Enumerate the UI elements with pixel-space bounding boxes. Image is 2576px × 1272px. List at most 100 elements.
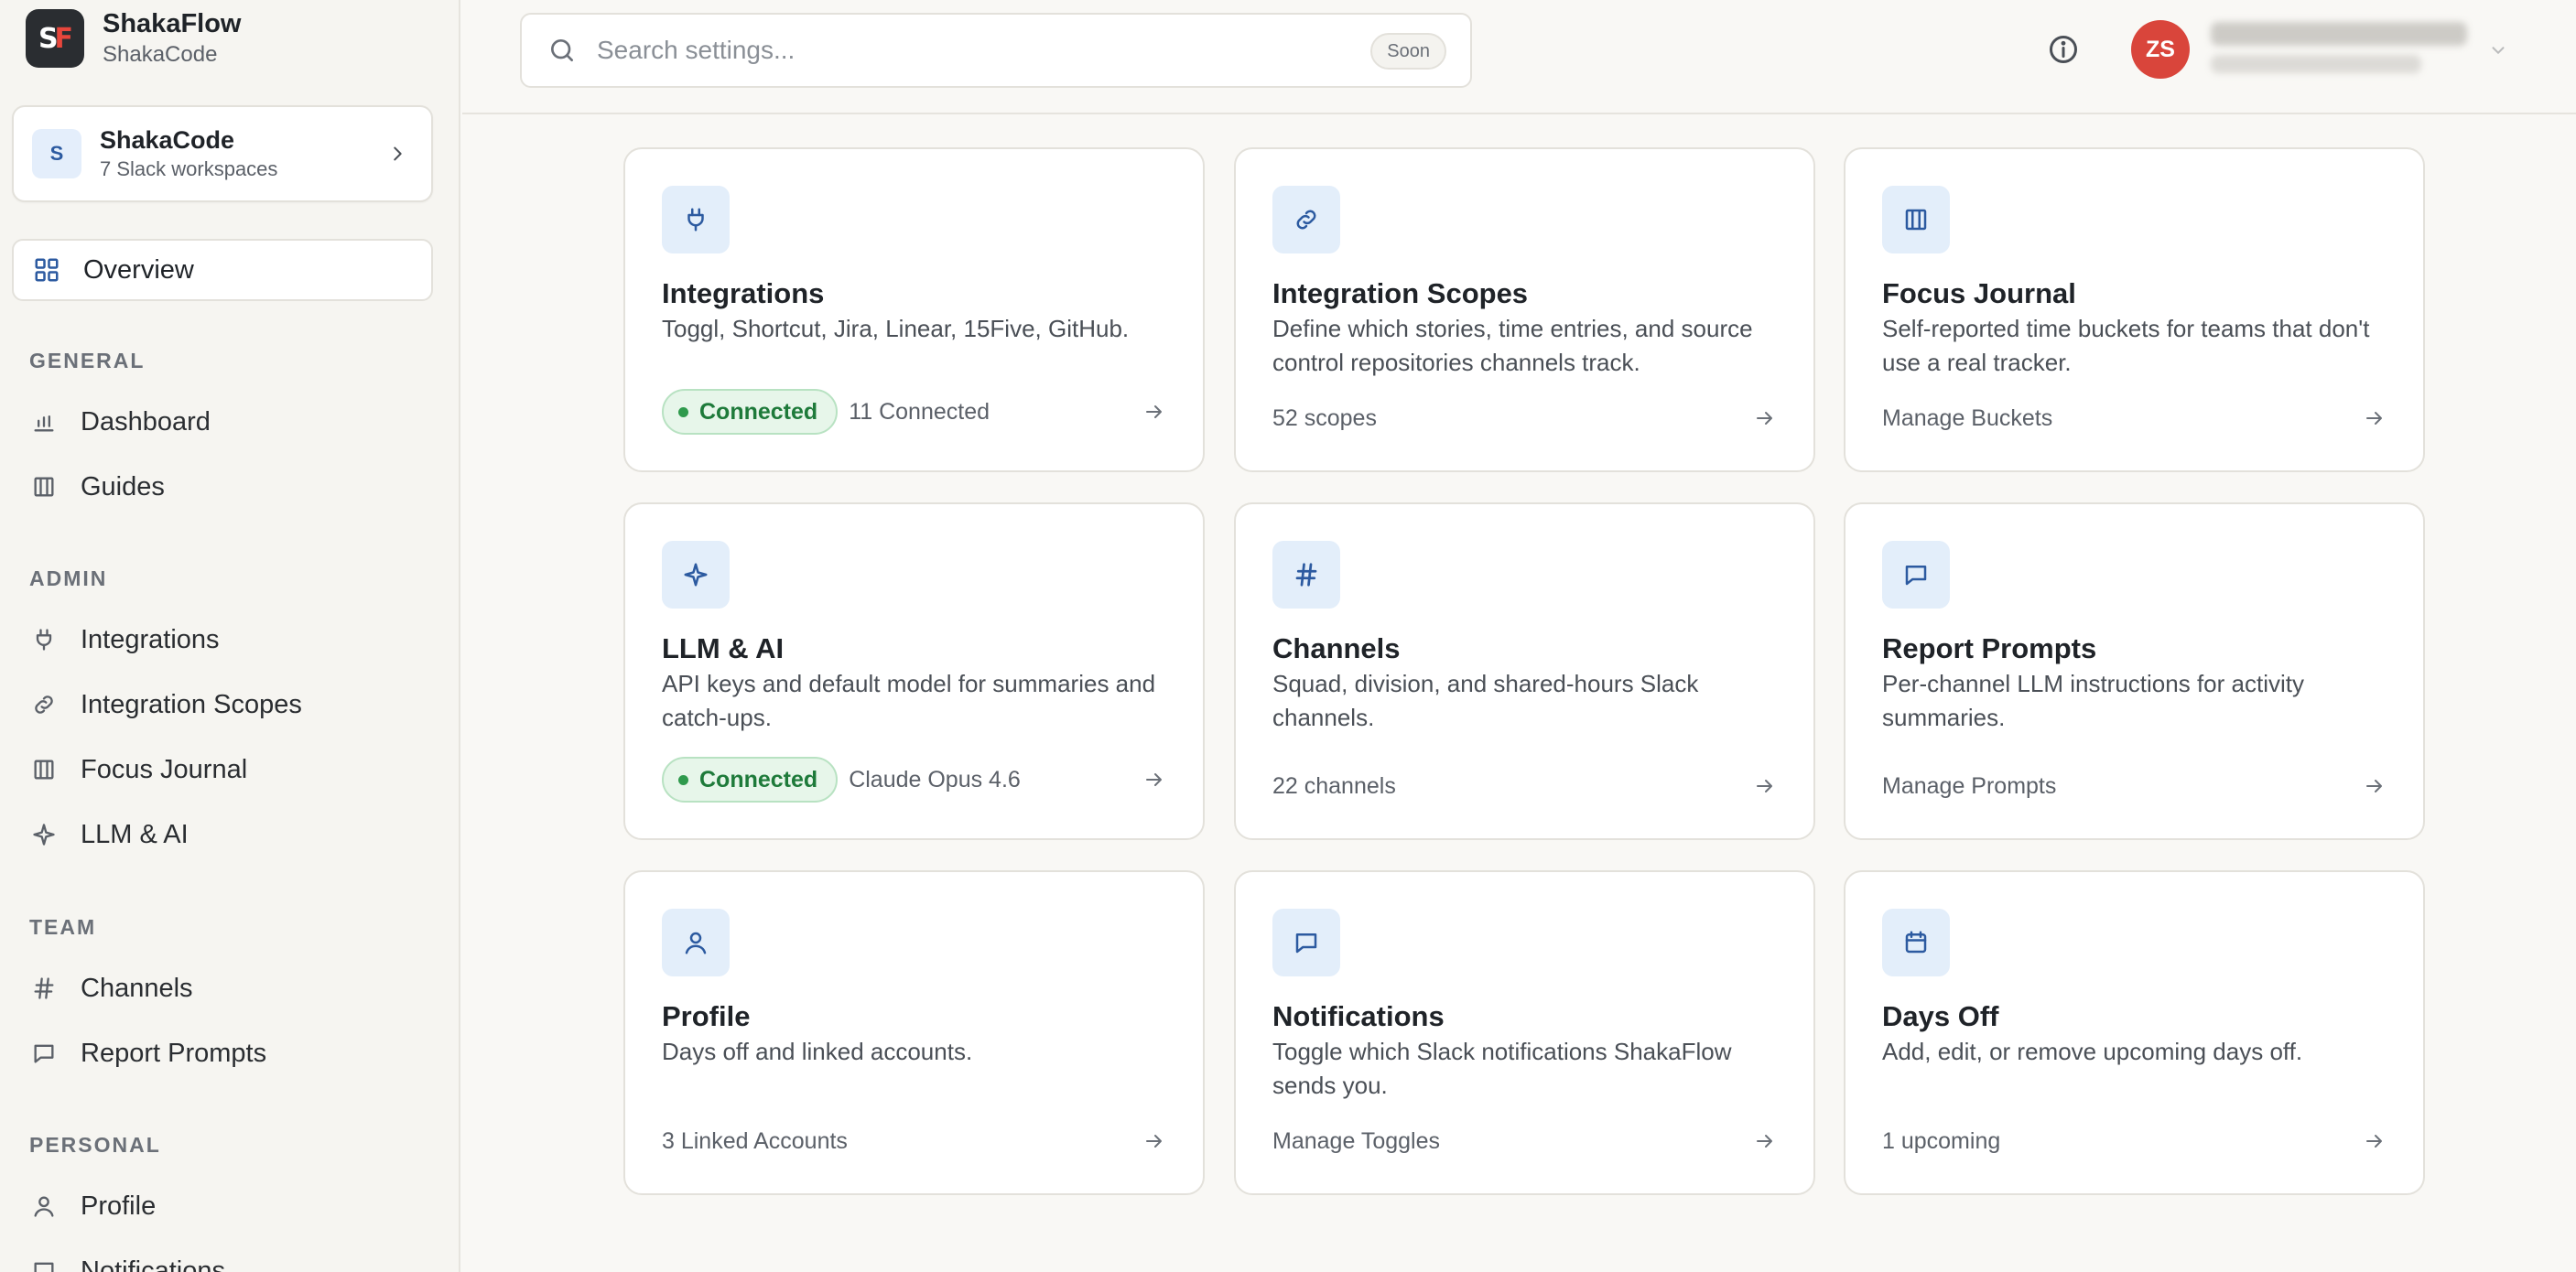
sidebar-item-label: Profile bbox=[81, 1191, 157, 1221]
card-title: Days Off bbox=[1882, 1000, 1999, 1032]
sidebar-item-label: Report Prompts bbox=[81, 1038, 267, 1068]
arrow-right-icon bbox=[1146, 1135, 1162, 1148]
card-title: LLM & AI bbox=[662, 632, 785, 664]
sidebar-item-notifications[interactable]: Notifications bbox=[29, 1249, 225, 1272]
sidebar-item-integration-scopes[interactable]: Integration Scopes bbox=[29, 683, 302, 727]
sidebar: SF ShakaFlow ShakaCode S ShakaCode 7 Sla… bbox=[0, 0, 460, 1272]
user-icon bbox=[662, 909, 730, 976]
card-title: Notifications bbox=[1272, 1000, 1445, 1032]
info-icon[interactable] bbox=[2047, 33, 2080, 66]
card-title: Report Prompts bbox=[1882, 632, 2097, 664]
user-account-redacted[interactable] bbox=[2211, 22, 2467, 73]
card-description: API keys and default model for summaries… bbox=[662, 670, 1156, 731]
card-title: Integrations bbox=[662, 277, 825, 309]
plug-icon bbox=[29, 625, 59, 654]
card-footer-text: Manage Prompts bbox=[1882, 772, 2057, 799]
book-icon bbox=[29, 472, 59, 501]
sidebar-item-llm-ai[interactable]: LLM & AI bbox=[29, 813, 189, 857]
sidebar-item-integrations[interactable]: Integrations bbox=[29, 618, 220, 662]
card-description: Per-channel LLM instructions for activit… bbox=[1882, 670, 2304, 731]
chevron-down-icon[interactable] bbox=[2488, 40, 2508, 60]
card-notifications[interactable]: Notifications Toggle which Slack notific… bbox=[1234, 870, 1815, 1195]
card-days-off[interactable]: Days Off Add, edit, or remove upcoming d… bbox=[1844, 870, 2425, 1195]
section-label-personal: PERSONAL bbox=[29, 1133, 161, 1157]
workspace-subtitle: 7 Slack workspaces bbox=[100, 157, 278, 180]
card-focus-journal[interactable]: Focus Journal Self-reported time buckets… bbox=[1844, 147, 2425, 472]
sidebar-item-guides[interactable]: Guides bbox=[29, 465, 165, 509]
card-footer-text: Manage Toggles bbox=[1272, 1127, 1441, 1154]
status-badge: Connected bbox=[662, 757, 839, 803]
card-description: Define which stories, time entries, and … bbox=[1272, 315, 1753, 376]
card-profile[interactable]: Profile Days off and linked accounts. 3 … bbox=[623, 870, 1205, 1195]
sparkle-icon bbox=[662, 541, 730, 609]
message-icon bbox=[1882, 541, 1950, 609]
sidebar-item-label: Integration Scopes bbox=[81, 689, 302, 719]
workspace-switcher[interactable]: S ShakaCode 7 Slack workspaces bbox=[12, 105, 433, 202]
workspace-avatar: S bbox=[32, 129, 81, 178]
arrow-right-icon bbox=[1757, 780, 1772, 792]
card-description: Toggle which Slack notifications ShakaFl… bbox=[1272, 1038, 1732, 1099]
book-icon bbox=[1882, 186, 1950, 253]
grid-icon bbox=[32, 255, 61, 285]
card-footer-text: Claude Opus 4.6 bbox=[849, 766, 1021, 792]
search-icon bbox=[551, 39, 573, 61]
card-title: Channels bbox=[1272, 632, 1401, 664]
message-icon bbox=[1272, 909, 1340, 976]
card-description: Self-reported time buckets for teams tha… bbox=[1882, 315, 2370, 376]
sidebar-item-channels[interactable]: Channels bbox=[29, 966, 193, 1010]
status-badge: Connected bbox=[662, 389, 839, 435]
card-footer-text: 52 scopes bbox=[1272, 404, 1377, 431]
book-icon bbox=[29, 755, 59, 784]
card-channels[interactable]: Channels Squad, division, and shared-hou… bbox=[1234, 502, 1815, 840]
sidebar-item-dashboard[interactable]: Dashboard bbox=[29, 400, 211, 444]
card-footer-text: 3 Linked Accounts bbox=[662, 1127, 848, 1154]
sidebar-item-profile[interactable]: Profile bbox=[29, 1184, 156, 1228]
user-icon bbox=[29, 1191, 59, 1221]
link-icon bbox=[1272, 186, 1340, 253]
card-footer-text: 1 upcoming bbox=[1882, 1127, 2001, 1154]
card-title: Focus Journal bbox=[1882, 277, 2076, 309]
section-label-general: GENERAL bbox=[29, 349, 146, 372]
card-integrations[interactable]: Integrations Toggl, Shortcut, Jira, Line… bbox=[623, 147, 1205, 472]
link-icon bbox=[29, 690, 59, 719]
arrow-right-icon bbox=[1146, 405, 1162, 418]
search-input[interactable] bbox=[597, 36, 1329, 65]
sidebar-item-label: LLM & AI bbox=[81, 819, 189, 849]
brand-logo: SF bbox=[26, 9, 84, 68]
brand-subtitle: ShakaCode bbox=[103, 42, 218, 67]
card-integration-scopes[interactable]: Integration Scopes Define which stories,… bbox=[1234, 147, 1815, 472]
sidebar-item-label: Channels bbox=[81, 973, 193, 1003]
sidebar-item-report-prompts[interactable]: Report Prompts bbox=[29, 1031, 266, 1075]
card-description: Days off and linked accounts. bbox=[662, 1038, 973, 1065]
sparkle-icon bbox=[29, 820, 59, 849]
sidebar-item-label: Notifications bbox=[81, 1256, 225, 1272]
user-avatar[interactable]: ZS bbox=[2131, 20, 2190, 79]
calendar-icon bbox=[1882, 909, 1950, 976]
soon-badge: Soon bbox=[1370, 33, 1446, 70]
section-label-admin: ADMIN bbox=[29, 566, 108, 590]
arrow-right-icon bbox=[2366, 412, 2382, 425]
card-footer-text: 11 Connected bbox=[849, 398, 990, 425]
brand-title: ShakaFlow bbox=[103, 9, 242, 38]
card-description: Toggl, Shortcut, Jira, Linear, 15Five, G… bbox=[662, 315, 1130, 342]
hash-icon bbox=[29, 974, 59, 1003]
hash-icon bbox=[1272, 541, 1340, 609]
section-label-team: TEAM bbox=[29, 915, 97, 939]
search-box[interactable]: Soon bbox=[520, 13, 1472, 88]
arrow-right-icon bbox=[1146, 773, 1162, 786]
sidebar-item-label: Focus Journal bbox=[81, 754, 248, 784]
plug-icon bbox=[662, 186, 730, 253]
sidebar-item-focus-journal[interactable]: Focus Journal bbox=[29, 748, 247, 792]
card-report-prompts[interactable]: Report Prompts Per-channel LLM instructi… bbox=[1844, 502, 2425, 840]
brand[interactable]: SF ShakaFlow ShakaCode bbox=[26, 7, 242, 70]
sidebar-item-label: Integrations bbox=[81, 624, 220, 654]
card-llm-ai[interactable]: LLM & AI API keys and default model for … bbox=[623, 502, 1205, 840]
workspace-name: ShakaCode bbox=[100, 126, 235, 154]
chevron-right-icon bbox=[394, 146, 402, 161]
arrow-right-icon bbox=[1757, 1135, 1772, 1148]
card-footer-text: Manage Buckets bbox=[1882, 404, 2053, 431]
card-title: Profile bbox=[662, 1000, 751, 1032]
sidebar-item-label: Overview bbox=[83, 254, 194, 285]
message-icon bbox=[29, 1039, 59, 1068]
sidebar-item-overview[interactable]: Overview bbox=[12, 239, 433, 301]
